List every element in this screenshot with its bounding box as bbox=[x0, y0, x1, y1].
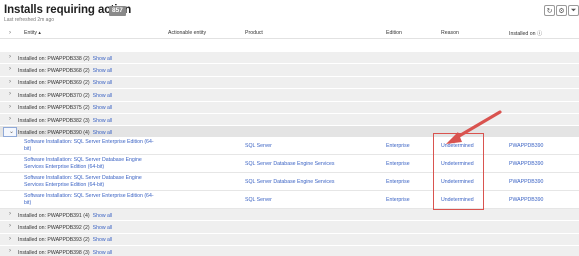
chevron-right-icon[interactable]: › bbox=[9, 54, 11, 60]
chevron-right-icon[interactable]: › bbox=[9, 104, 11, 110]
table-header: › Entity ▴ Actionable entity Product Edi… bbox=[0, 27, 579, 39]
show-all-link[interactable]: Show all bbox=[93, 237, 113, 243]
gear-icon: ⚙ bbox=[558, 7, 565, 15]
chevron-right-icon[interactable]: › bbox=[9, 223, 11, 229]
show-all-link[interactable]: Show all bbox=[93, 130, 113, 136]
annotation-arrow bbox=[446, 110, 502, 144]
entity-link[interactable]: Software Installation: SQL Server Enterp… bbox=[24, 139, 154, 152]
chevron-right-icon[interactable]: › bbox=[9, 79, 11, 85]
column-edition[interactable]: Edition bbox=[386, 30, 402, 36]
edition-link[interactable]: Enterprise bbox=[386, 179, 410, 185]
column-product[interactable]: Product bbox=[245, 30, 263, 36]
entity-link[interactable]: Software Installation: SQL Server Databa… bbox=[24, 157, 154, 170]
count-badge: 857 bbox=[109, 6, 126, 16]
entity-link[interactable]: Software Installation: SQL Server Databa… bbox=[24, 175, 154, 188]
group-label: Installed on: PWAPPDB382 (3) Show all bbox=[18, 118, 112, 124]
group-row[interactable]: › Installed on: PWAPPDB338 (2) Show all bbox=[0, 52, 579, 65]
show-all-link[interactable]: Show all bbox=[93, 80, 113, 86]
filter-button[interactable]: ⏷ bbox=[568, 5, 579, 16]
product-link[interactable]: SQL Server Database Engine Services bbox=[245, 161, 334, 167]
table-row: Software Installation: SQL Server Databa… bbox=[0, 173, 579, 191]
product-link[interactable]: SQL Server bbox=[245, 143, 272, 149]
chevron-right-icon[interactable]: › bbox=[9, 91, 11, 97]
last-refreshed-text: Last refreshed 2m ago bbox=[4, 17, 55, 23]
chevron-right-icon[interactable]: › bbox=[9, 236, 11, 242]
filter-icon: ⏷ bbox=[570, 6, 577, 14]
group-label: Installed on: PWAPPDB370 (2) Show all bbox=[18, 93, 112, 99]
show-all-link[interactable]: Show all bbox=[93, 250, 113, 256]
edition-link[interactable]: Enterprise bbox=[386, 143, 410, 149]
group-label-text: Installed on: PWAPPDB392 (2) bbox=[18, 224, 90, 231]
chevron-right-icon[interactable]: › bbox=[9, 66, 11, 72]
group-row[interactable]: › Installed on: PWAPPDB393 (2) Show all bbox=[0, 233, 579, 247]
installed-on-link[interactable]: PWAPPDB390 bbox=[509, 179, 543, 185]
group-row[interactable]: › Installed on: PWAPPDB369 (2) Show all bbox=[0, 76, 579, 90]
group-label-text: Installed on: PWAPPDB375 (2) bbox=[18, 105, 90, 112]
group-label: Installed on: PWAPPDB392 (2) Show all bbox=[18, 225, 112, 231]
chevron-down-icon[interactable]: ⌄ bbox=[9, 128, 14, 135]
group-label-text: Installed on: PWAPPDB369 (2) bbox=[18, 80, 90, 87]
group-label-text: Installed on: PWAPPDB390 (4) bbox=[18, 129, 90, 136]
installed-on-link[interactable]: PWAPPDB390 bbox=[509, 197, 543, 203]
column-entity[interactable]: Entity ▴ bbox=[24, 30, 41, 36]
show-all-link[interactable]: Show all bbox=[93, 68, 113, 74]
group-label: Installed on: PWAPPDB398 (3) Show all bbox=[18, 250, 112, 256]
page-header: Installs requiring action 857 Last refre… bbox=[0, 0, 579, 27]
group-label-text: Installed on: PWAPPDB338 (2) bbox=[18, 55, 90, 62]
show-all-link[interactable]: Show all bbox=[93, 118, 113, 124]
installed-on-link[interactable]: PWAPPDB390 bbox=[509, 161, 543, 167]
group-label: Installed on: PWAPPDB368 (2) Show all bbox=[18, 68, 112, 74]
installed-on-link[interactable]: PWAPPDB390 bbox=[509, 143, 543, 149]
group-row[interactable]: › Installed on: PWAPPDB370 (2) Show all bbox=[0, 89, 579, 102]
show-all-link[interactable]: Show all bbox=[93, 105, 113, 111]
group-label: Installed on: PWAPPDB390 (4) Show all bbox=[18, 130, 112, 136]
show-all-link[interactable]: Show all bbox=[93, 56, 113, 62]
product-link[interactable]: SQL Server Database Engine Services bbox=[245, 179, 334, 185]
group-row[interactable]: › Installed on: PWAPPDB392 (2) Show all bbox=[0, 221, 579, 234]
product-link[interactable]: SQL Server bbox=[245, 197, 272, 203]
column-reason[interactable]: Reason bbox=[441, 30, 459, 36]
group-label: Installed on: PWAPPDB369 (2) Show all bbox=[18, 80, 112, 86]
group-label-text: Installed on: PWAPPDB391 (4) bbox=[18, 212, 90, 219]
entity-link[interactable]: Software Installation: SQL Server Enterp… bbox=[24, 193, 154, 206]
group-row[interactable]: › Installed on: PWAPPDB398 (3) Show all bbox=[0, 246, 579, 256]
show-all-link[interactable]: Show all bbox=[93, 225, 113, 231]
chevron-right-icon[interactable]: › bbox=[9, 248, 11, 254]
edition-link[interactable]: Enterprise bbox=[386, 161, 410, 167]
table-row: Software Installation: SQL Server Enterp… bbox=[0, 191, 579, 209]
refresh-button[interactable]: ↻ bbox=[544, 5, 555, 16]
chevron-right-icon[interactable]: › bbox=[9, 211, 11, 217]
show-all-link[interactable]: Show all bbox=[93, 213, 113, 219]
table-row: Software Installation: SQL Server Databa… bbox=[0, 155, 579, 173]
group-row[interactable]: › Installed on: PWAPPDB391 (4) Show all bbox=[0, 209, 579, 222]
group-label: Installed on: PWAPPDB393 (2) Show all bbox=[18, 237, 112, 243]
group-label: Installed on: PWAPPDB338 (2) Show all bbox=[18, 56, 112, 62]
column-actionable-entity[interactable]: Actionable entity bbox=[168, 30, 206, 36]
settings-button[interactable]: ⚙ bbox=[556, 5, 567, 16]
group-label: Installed on: PWAPPDB375 (2) Show all bbox=[18, 105, 112, 111]
group-label: Installed on: PWAPPDB391 (4) Show all bbox=[18, 213, 112, 219]
expand-all-icon[interactable]: › bbox=[9, 30, 11, 36]
group-label-text: Installed on: PWAPPDB370 (2) bbox=[18, 92, 90, 99]
refresh-icon: ↻ bbox=[546, 7, 553, 15]
group-label-text: Installed on: PWAPPDB382 (3) bbox=[18, 117, 90, 124]
group-row[interactable]: › Installed on: PWAPPDB368 (2) Show all bbox=[0, 64, 579, 77]
group-label-text: Installed on: PWAPPDB368 (2) bbox=[18, 67, 90, 74]
group-label-text: Installed on: PWAPPDB393 (2) bbox=[18, 237, 90, 244]
chevron-right-icon[interactable]: › bbox=[9, 116, 11, 122]
group-label-text: Installed on: PWAPPDB398 (3) bbox=[18, 249, 90, 256]
column-installed-on[interactable]: Installed on ⓘ bbox=[509, 30, 542, 37]
edition-link[interactable]: Enterprise bbox=[386, 197, 410, 203]
show-all-link[interactable]: Show all bbox=[93, 93, 113, 99]
